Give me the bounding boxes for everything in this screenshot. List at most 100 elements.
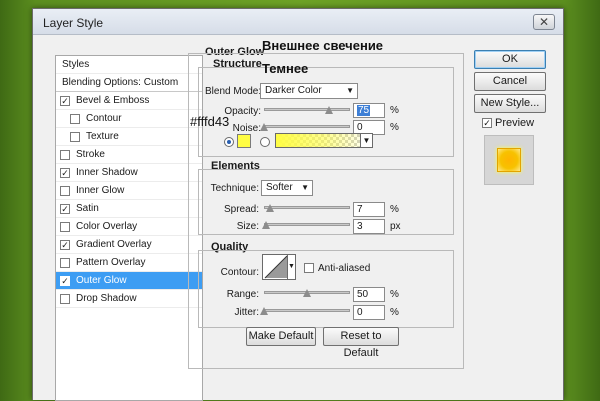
sidebar-item[interactable]: Inner Glow	[56, 182, 202, 200]
reset-to-default-button[interactable]: Reset to Default	[323, 327, 399, 359]
window-title: Layer Style	[43, 16, 104, 30]
range-slider-thumb[interactable]	[303, 289, 311, 297]
gradient-dropdown-arrow[interactable]: ▼	[360, 134, 372, 147]
spread-slider[interactable]	[264, 203, 350, 213]
size-slider-track	[264, 223, 350, 226]
size-slider[interactable]	[261, 220, 350, 230]
blend-mode-value: Darker Color	[265, 85, 322, 96]
jitter-slider-thumb[interactable]	[260, 307, 268, 315]
new-style-button[interactable]: New Style...	[474, 94, 546, 113]
noise-slider-track	[264, 125, 350, 128]
ok-button[interactable]: OK	[474, 50, 546, 69]
preview-checkbox[interactable]: ✓	[482, 118, 492, 128]
contour-picker[interactable]: ▼	[262, 254, 296, 280]
spread-label: Spread:	[223, 204, 259, 215]
technique-label: Technique:	[210, 183, 259, 194]
sidebar-item-label: Contour	[86, 113, 122, 124]
annotation-outer-glow-ru: Внешнее свечение	[262, 38, 384, 53]
preview-glow-swatch	[497, 148, 521, 172]
sidebar-item-label: Gradient Overlay	[76, 239, 152, 250]
annotation-darker-ru: Темнее	[262, 61, 309, 76]
noise-slider-thumb[interactable]	[260, 123, 268, 131]
sidebar-item-label: Satin	[76, 203, 99, 214]
color-swatch[interactable]	[237, 134, 251, 148]
sidebar-item[interactable]: ✓ Inner Shadow	[56, 164, 202, 182]
size-slider-thumb[interactable]	[261, 221, 270, 229]
style-checkbox[interactable]	[70, 114, 80, 124]
close-button[interactable]: ✕	[533, 14, 555, 30]
sidebar-item[interactable]: ✓ Bevel & Emboss	[56, 92, 202, 110]
gradient-radio[interactable]	[260, 137, 270, 147]
blend-mode-label: Blend Mode:	[205, 86, 262, 97]
style-checkbox[interactable]: ✓	[60, 240, 70, 250]
jitter-slider[interactable]	[260, 306, 350, 316]
opacity-unit: %	[390, 105, 399, 116]
sidebar-item[interactable]: ✓ Gradient Overlay	[56, 236, 202, 254]
sidebar-item[interactable]: Contour	[56, 110, 202, 128]
preview-label: Preview	[495, 117, 535, 129]
sidebar-item-label: Outer Glow	[76, 275, 127, 286]
style-checkbox[interactable]: ✓	[60, 96, 70, 106]
opacity-input[interactable]: 75	[353, 103, 385, 118]
blending-options-item[interactable]: Blending Options: Custom	[56, 74, 202, 92]
style-checkbox[interactable]: ✓	[60, 168, 70, 178]
style-checkbox[interactable]	[60, 294, 70, 304]
contour-dropdown-arrow[interactable]: ▼	[287, 255, 295, 279]
noise-unit: %	[390, 122, 399, 133]
blend-mode-dropdown[interactable]: Darker Color ▼	[260, 83, 358, 99]
sidebar-item[interactable]: Pattern Overlay	[56, 254, 202, 272]
anti-aliased-label: Anti-aliased	[318, 263, 371, 274]
range-slider[interactable]	[264, 288, 350, 298]
style-checkbox[interactable]: ✓	[60, 204, 70, 214]
styles-list: Styles Blending Options: Custom ✓ Bevel &…	[55, 55, 203, 401]
sidebar-item-label: Inner Glow	[76, 185, 125, 196]
style-checkbox[interactable]	[60, 222, 70, 232]
spread-slider-thumb[interactable]	[266, 204, 275, 212]
opacity-slider-track	[264, 108, 350, 111]
sidebar-item[interactable]: ✓ Satin	[56, 200, 202, 218]
range-input[interactable]: 50	[353, 287, 385, 302]
spread-input[interactable]: 7	[353, 202, 385, 217]
annotation-hex-color: #fffd43	[190, 114, 230, 129]
color-radio[interactable]	[224, 137, 234, 147]
sidebar-item-label: Color Overlay	[76, 221, 138, 232]
styles-header[interactable]: Styles	[56, 56, 202, 74]
chevron-down-icon: ▼	[301, 183, 309, 192]
sidebar-item[interactable]: ✓ Outer Glow	[56, 272, 202, 290]
jitter-input[interactable]: 0	[353, 305, 385, 320]
contour-label: Contour:	[220, 267, 259, 278]
sidebar-item-label: Pattern Overlay	[76, 257, 146, 268]
chevron-down-icon: ▼	[346, 86, 354, 95]
opacity-slider-thumb[interactable]	[324, 106, 333, 114]
make-default-button[interactable]: Make Default	[246, 327, 316, 346]
noise-slider[interactable]	[260, 122, 350, 132]
cancel-button[interactable]: Cancel	[474, 72, 546, 91]
technique-dropdown[interactable]: Softer ▼	[261, 180, 313, 196]
sidebar-item-label: Stroke	[76, 149, 105, 160]
style-checkbox[interactable]	[60, 150, 70, 160]
sidebar-item-label: Texture	[86, 131, 119, 142]
sidebar-item-label: Inner Shadow	[76, 167, 138, 178]
gradient-picker[interactable]: ▼	[275, 133, 373, 148]
sidebar-item[interactable]: Texture	[56, 128, 202, 146]
opacity-value: 75	[357, 105, 371, 116]
style-checkbox[interactable]	[60, 258, 70, 268]
title-bar: Layer Style ✕	[33, 9, 563, 35]
style-items: ✓ Bevel & Emboss Contour Texture Stroke ✓ Inne…	[56, 92, 202, 308]
range-label: Range:	[226, 289, 259, 300]
style-checkbox[interactable]	[70, 132, 80, 142]
technique-value: Softer	[266, 182, 293, 193]
sidebar-item-label: Bevel & Emboss	[76, 95, 150, 106]
size-label: Size:	[236, 221, 259, 232]
sidebar-item[interactable]: Drop Shadow	[56, 290, 202, 308]
opacity-slider[interactable]	[264, 105, 350, 115]
anti-aliased-checkbox[interactable]	[304, 263, 314, 273]
contour-curve-icon	[264, 255, 288, 279]
style-checkbox[interactable]: ✓	[60, 276, 70, 286]
jitter-slider-track	[264, 309, 350, 312]
sidebar-item[interactable]: Color Overlay	[56, 218, 202, 236]
sidebar-item[interactable]: Stroke	[56, 146, 202, 164]
size-unit: px	[390, 221, 401, 232]
style-checkbox[interactable]	[60, 186, 70, 196]
size-input[interactable]: 3	[353, 219, 385, 234]
